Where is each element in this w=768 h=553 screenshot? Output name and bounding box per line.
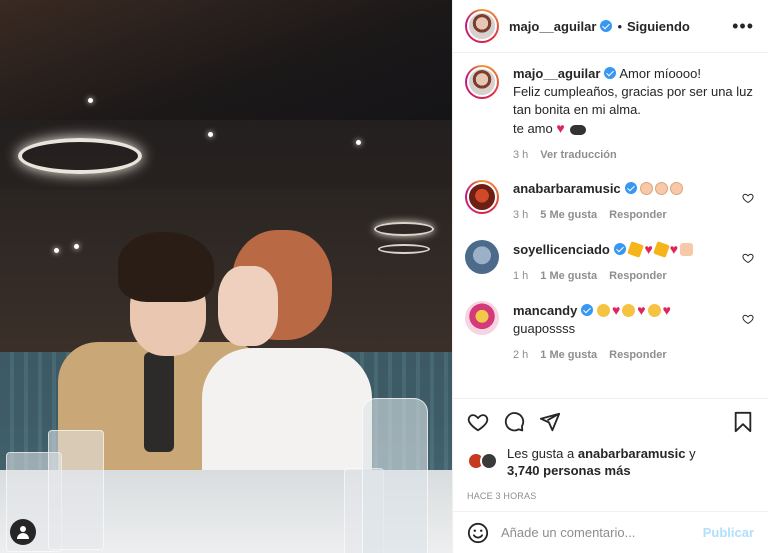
- photo-chandelier: [18, 138, 142, 174]
- photo-bottle: [362, 398, 428, 553]
- photo-light: [208, 132, 213, 137]
- caption-line2: Feliz cumpleaños, gracias por ser una lu…: [513, 84, 753, 117]
- post-photo[interactable]: [0, 0, 452, 553]
- avatar[interactable]: [465, 65, 499, 99]
- comment-heart-icon[interactable]: [742, 252, 754, 264]
- comment-item: anabarbaramusic 3 h 5 Me gusta Responder: [465, 180, 754, 224]
- post-header: majo__aguilar • Siguiendo •••: [453, 0, 768, 53]
- likes-others[interactable]: 3,740 personas más: [507, 463, 631, 478]
- comment-time[interactable]: 2 h: [513, 346, 528, 364]
- photo-glass: [48, 430, 104, 550]
- comment-time[interactable]: 3 h: [513, 206, 528, 224]
- heart-eyes-emoji-icon: [647, 304, 661, 317]
- user-tag-icon[interactable]: [10, 519, 36, 545]
- instagram-post-modal: majo__aguilar • Siguiendo ••• majo__agui…: [0, 0, 768, 553]
- heart-emoji-icon: ♥: [644, 241, 653, 257]
- verified-badge-icon: [613, 243, 626, 255]
- comment-username[interactable]: soyellicenciado: [513, 242, 610, 257]
- caption-username[interactable]: majo__aguilar: [513, 66, 600, 81]
- comment-username[interactable]: anabarbaramusic: [513, 181, 621, 196]
- bookmark-icon[interactable]: [732, 411, 754, 433]
- caption-line1: Amor míoooo!: [619, 66, 701, 81]
- add-comment-bar: Publicar: [453, 511, 768, 553]
- translate-link[interactable]: Ver traducción: [540, 146, 616, 164]
- post-timestamp[interactable]: HACE 3 HORAS: [467, 491, 754, 501]
- header-username[interactable]: majo__aguilar: [509, 19, 596, 34]
- comments-list[interactable]: majo__aguilar Amor míoooo! Feliz cumplea…: [453, 53, 768, 398]
- verified-badge-icon: [604, 67, 617, 79]
- photo-chandelier-small: [374, 222, 434, 236]
- comment-item: mancandy ♥ ♥ ♥ guapossss 2 h 1 Me gusta Re…: [465, 301, 754, 364]
- likes-prefix: Les gusta a: [507, 446, 575, 461]
- comment-heart-icon[interactable]: [742, 313, 754, 325]
- clap-emoji-icon: [640, 182, 654, 195]
- praying-hands-emoji-icon: [680, 243, 694, 256]
- heart-emoji-icon: ♥: [611, 302, 621, 318]
- heart-icon[interactable]: [467, 411, 489, 433]
- comment-item: soyellicenciado ♥ ♥ 1 h 1 Me gusta Respon…: [465, 240, 754, 285]
- publish-button[interactable]: Publicar: [703, 525, 754, 540]
- post-actions: Les gusta a anabarbaramusic y 3,740 pers…: [453, 398, 768, 511]
- liker-avatars[interactable]: [467, 452, 501, 472]
- photo-chandelier-small: [378, 244, 430, 254]
- sunglasses-emoji-icon: [570, 125, 587, 135]
- smiley-icon[interactable]: [467, 522, 489, 544]
- comment-icon[interactable]: [503, 411, 525, 433]
- heart-emoji-icon: ♥: [556, 120, 565, 136]
- comment-text: guapossss: [513, 321, 576, 336]
- comment-likes[interactable]: 1 Me gusta: [540, 267, 597, 285]
- heart-emoji-icon: ♥: [637, 302, 646, 318]
- caption: majo__aguilar Amor míoooo! Feliz cumplea…: [465, 65, 754, 164]
- comment-username[interactable]: mancandy: [513, 303, 577, 318]
- header-separator: •: [617, 18, 622, 34]
- verified-badge-icon: [600, 20, 613, 32]
- avatar[interactable]: [465, 301, 499, 335]
- action-icons: [467, 405, 754, 439]
- send-icon[interactable]: [539, 411, 561, 433]
- clap-emoji-icon: [670, 182, 684, 195]
- photo-ceiling: [0, 0, 452, 120]
- reply-button[interactable]: Responder: [609, 267, 666, 285]
- heart-eyes-emoji-icon: [596, 304, 610, 317]
- caption-line3: te amo: [513, 121, 553, 136]
- likes-user[interactable]: anabarbaramusic: [578, 446, 686, 461]
- verified-badge-icon: [581, 304, 594, 316]
- avatar[interactable]: [465, 180, 499, 214]
- likes-summary: Les gusta a anabarbaramusic y 3,740 pers…: [467, 445, 754, 479]
- party-popper-emoji-icon: [627, 241, 645, 258]
- avatar[interactable]: [465, 9, 499, 43]
- heart-emoji-icon: ♥: [669, 241, 679, 257]
- photo-light: [88, 98, 93, 103]
- reply-button[interactable]: Responder: [609, 346, 666, 364]
- verified-badge-icon: [624, 182, 637, 194]
- more-icon[interactable]: •••: [732, 17, 754, 35]
- comment-likes[interactable]: 1 Me gusta: [540, 346, 597, 364]
- comment-time[interactable]: 1 h: [513, 267, 528, 285]
- comment-input[interactable]: [501, 525, 703, 540]
- party-popper-emoji-icon: [652, 241, 670, 258]
- likes-text: Les gusta a anabarbaramusic y 3,740 pers…: [507, 445, 696, 479]
- likes-conj: y: [689, 446, 696, 461]
- comment-heart-icon[interactable]: [742, 192, 754, 204]
- comment-likes[interactable]: 5 Me gusta: [540, 206, 597, 224]
- clap-emoji-icon: [655, 182, 669, 195]
- heart-emoji-icon: ♥: [662, 302, 671, 318]
- photo-light: [356, 140, 361, 145]
- heart-eyes-emoji-icon: [622, 304, 636, 317]
- post-side-panel: majo__aguilar • Siguiendo ••• majo__agui…: [452, 0, 768, 553]
- reply-button[interactable]: Responder: [609, 206, 666, 224]
- following-button[interactable]: Siguiendo: [627, 19, 690, 34]
- avatar[interactable]: [465, 240, 499, 274]
- caption-time[interactable]: 3 h: [513, 146, 528, 164]
